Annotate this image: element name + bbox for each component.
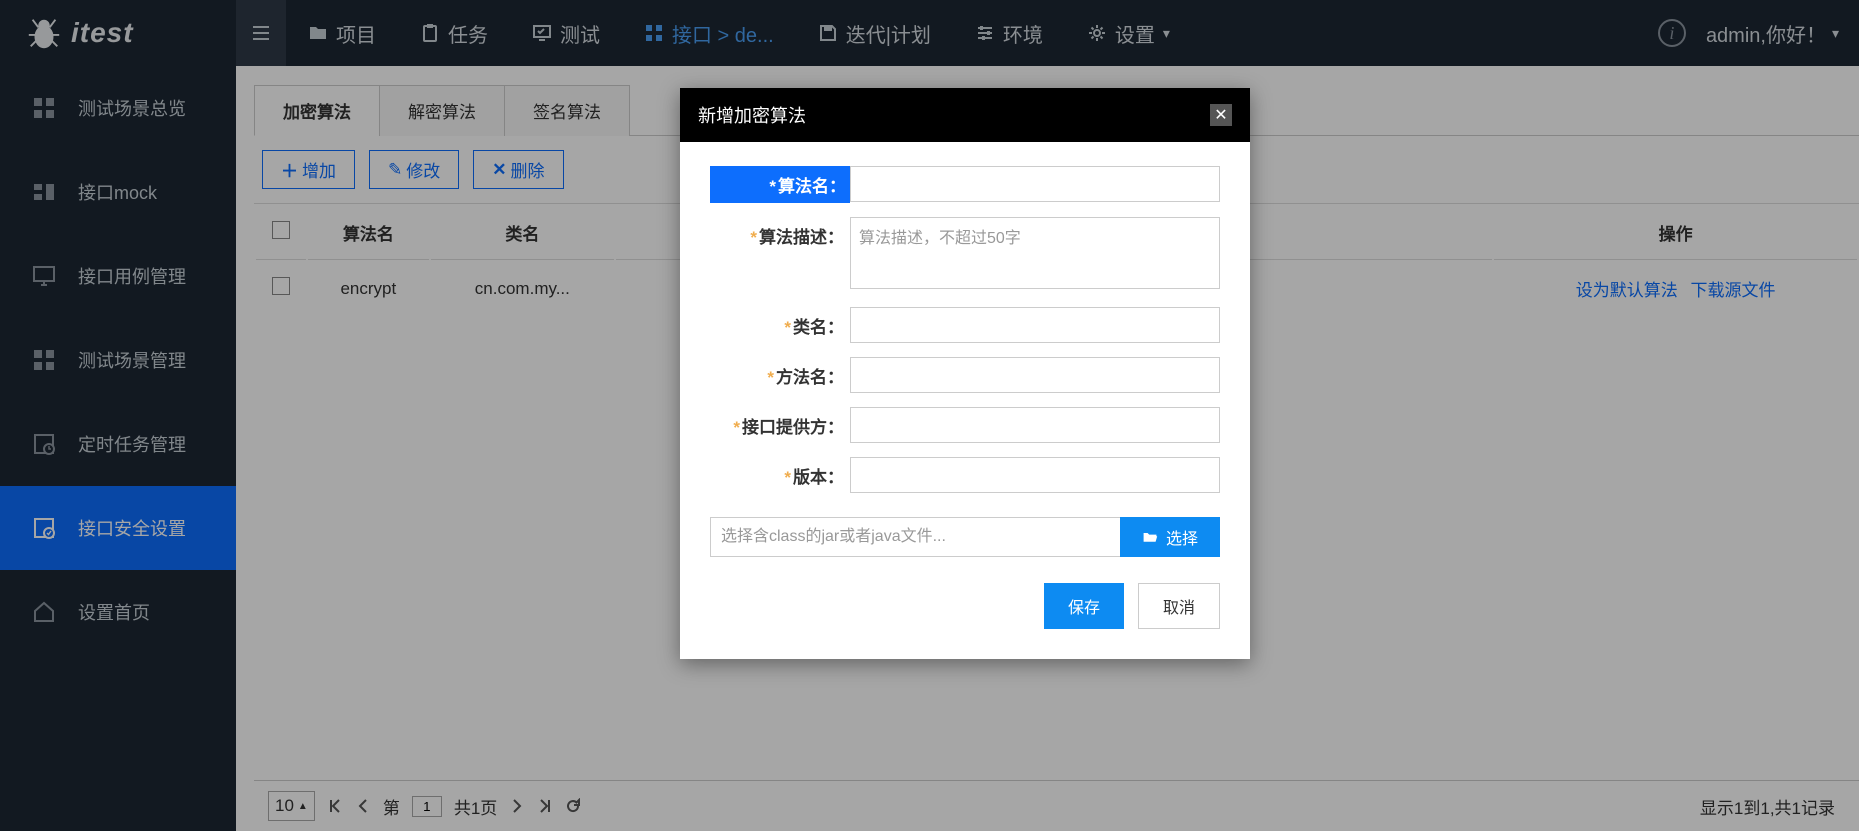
input-method[interactable] xyxy=(850,357,1220,393)
cancel-button[interactable]: 取消 xyxy=(1138,583,1220,629)
label-class: *类名： xyxy=(710,307,850,338)
file-picker: 选择 xyxy=(710,517,1220,557)
file-path-input[interactable] xyxy=(710,517,1120,557)
label-version: *版本： xyxy=(710,457,850,488)
label-desc: *算法描述： xyxy=(710,217,850,248)
close-icon[interactable]: ✕ xyxy=(1210,104,1232,126)
label-name: *算法名： xyxy=(710,166,850,203)
label-method: *方法名： xyxy=(710,357,850,388)
input-name[interactable] xyxy=(850,166,1220,202)
save-button[interactable]: 保存 xyxy=(1044,583,1124,629)
file-browse-button[interactable]: 选择 xyxy=(1120,517,1220,557)
modal-actions: 保存 取消 xyxy=(710,583,1220,629)
modal-body: *算法名： *算法描述： *类名： *方法名： *接口提供方： *版本： xyxy=(680,142,1250,659)
add-algo-modal: 新增加密算法 ✕ *算法名： *算法描述： *类名： *方法名： *接口提供方：… xyxy=(680,88,1250,659)
input-desc[interactable] xyxy=(850,217,1220,289)
folder-open-icon xyxy=(1142,529,1158,545)
modal-header: 新增加密算法 ✕ xyxy=(680,88,1250,142)
input-class[interactable] xyxy=(850,307,1220,343)
input-version[interactable] xyxy=(850,457,1220,493)
label-provider: *接口提供方： xyxy=(710,407,850,438)
modal-title: 新增加密算法 xyxy=(698,102,806,128)
input-provider[interactable] xyxy=(850,407,1220,443)
